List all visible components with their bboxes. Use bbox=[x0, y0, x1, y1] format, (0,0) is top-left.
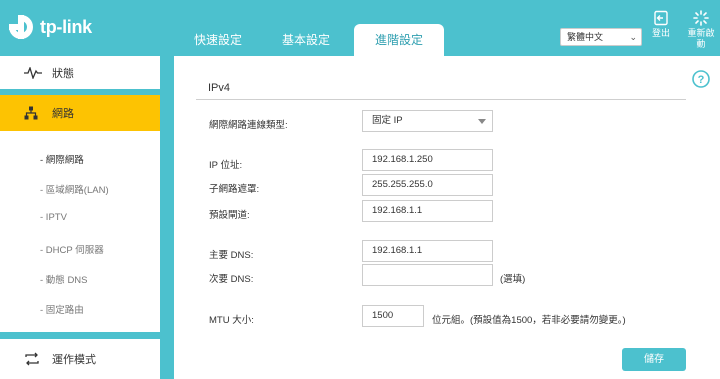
mtu-size-label: MTU 大小: bbox=[209, 315, 254, 326]
section-divider bbox=[196, 99, 686, 100]
logout-button[interactable]: 登出 bbox=[652, 10, 670, 39]
language-value: 繁體中文 bbox=[567, 32, 604, 42]
subnet-mask-label: 子網路遮罩: bbox=[209, 184, 260, 195]
subnet-mask-field[interactable]: 255.255.255.0 bbox=[362, 174, 493, 196]
default-gateway-field[interactable]: 192.168.1.1 bbox=[362, 200, 493, 222]
pulse-icon bbox=[24, 66, 44, 79]
svg-text:?: ? bbox=[698, 74, 705, 86]
sidebar-item-label: 運作模式 bbox=[52, 354, 96, 366]
submenu-internet[interactable]: - 網際網路 bbox=[40, 152, 84, 166]
primary-dns-field[interactable]: 192.168.1.1 bbox=[362, 240, 493, 262]
sidebar-item-label: 網路 bbox=[52, 108, 74, 120]
reboot-label-line1: 重新啟 bbox=[687, 28, 715, 38]
ip-address-field[interactable]: 192.168.1.250 bbox=[362, 149, 493, 171]
logout-label: 登出 bbox=[652, 28, 671, 38]
optional-note: (選填) bbox=[500, 274, 526, 285]
main-tabs: 快速設定 基本設定 進階設定 bbox=[174, 24, 444, 56]
submenu-lan[interactable]: - 區域網路(LAN) bbox=[40, 182, 109, 196]
swap-icon bbox=[24, 352, 44, 366]
primary-dns-label: 主要 DNS: bbox=[209, 250, 254, 261]
tab-basic[interactable]: 基本設定 bbox=[262, 24, 350, 56]
connection-type-select[interactable]: 固定 IP bbox=[362, 110, 493, 132]
network-submenu: - 網際網路 - 區域網路(LAN) - IPTV - DHCP 伺服器 - 動… bbox=[0, 131, 160, 332]
submenu-dynamic-dns[interactable]: - 動態 DNS bbox=[40, 272, 88, 286]
network-icon bbox=[24, 106, 44, 120]
mtu-note: 位元組。(預設值為1500，若非必要請勿變更。) bbox=[432, 315, 626, 326]
tp-link-logo-icon bbox=[9, 15, 33, 39]
header: tp-link 快速設定 基本設定 進階設定 繁體中文 ⌄ 登出 重新啟 動 bbox=[0, 0, 720, 56]
save-button[interactable]: 儲存 bbox=[622, 348, 686, 371]
connection-type-label: 網際網路連線類型: bbox=[209, 120, 288, 131]
help-icon[interactable]: ? bbox=[692, 70, 710, 91]
sidebar-item-network[interactable]: 網路 bbox=[0, 95, 160, 131]
section-title: IPv4 bbox=[208, 82, 231, 94]
reboot-button[interactable]: 重新啟 動 bbox=[686, 10, 716, 50]
secondary-dns-field[interactable] bbox=[362, 264, 493, 286]
secondary-dns-label: 次要 DNS: bbox=[209, 274, 254, 285]
ip-address-label: IP 位址: bbox=[209, 160, 243, 171]
main-panel: IPv4 ? 網際網路連線類型: 固定 IP IP 位址: 192.168.1.… bbox=[174, 56, 720, 379]
tp-link-logo: tp-link bbox=[6, 12, 92, 42]
tab-quick-setup[interactable]: 快速設定 bbox=[174, 24, 262, 56]
chevron-down-icon: ⌄ bbox=[629, 32, 637, 42]
mtu-size-field[interactable]: 1500 bbox=[362, 305, 424, 327]
sidebar-item-label: 狀態 bbox=[52, 67, 74, 80]
sidebar-item-operation-mode[interactable]: 運作模式 bbox=[0, 339, 160, 379]
dropdown-arrow-icon bbox=[478, 119, 486, 124]
reboot-icon bbox=[693, 10, 709, 26]
submenu-dhcp-server[interactable]: - DHCP 伺服器 bbox=[40, 242, 104, 256]
submenu-iptv[interactable]: - IPTV bbox=[40, 212, 67, 223]
submenu-static-routing[interactable]: - 固定路由 bbox=[40, 302, 84, 316]
default-gateway-label: 預設閘道: bbox=[209, 210, 250, 221]
tab-advanced[interactable]: 進階設定 bbox=[354, 24, 444, 56]
language-select[interactable]: 繁體中文 ⌄ bbox=[560, 28, 642, 46]
sidebar-item-status[interactable]: 狀態 bbox=[0, 56, 160, 89]
reboot-label-line2: 動 bbox=[696, 39, 706, 49]
logout-icon bbox=[654, 10, 668, 26]
connection-type-value: 固定 IP bbox=[372, 115, 403, 126]
brand-name: tp-link bbox=[40, 16, 92, 37]
